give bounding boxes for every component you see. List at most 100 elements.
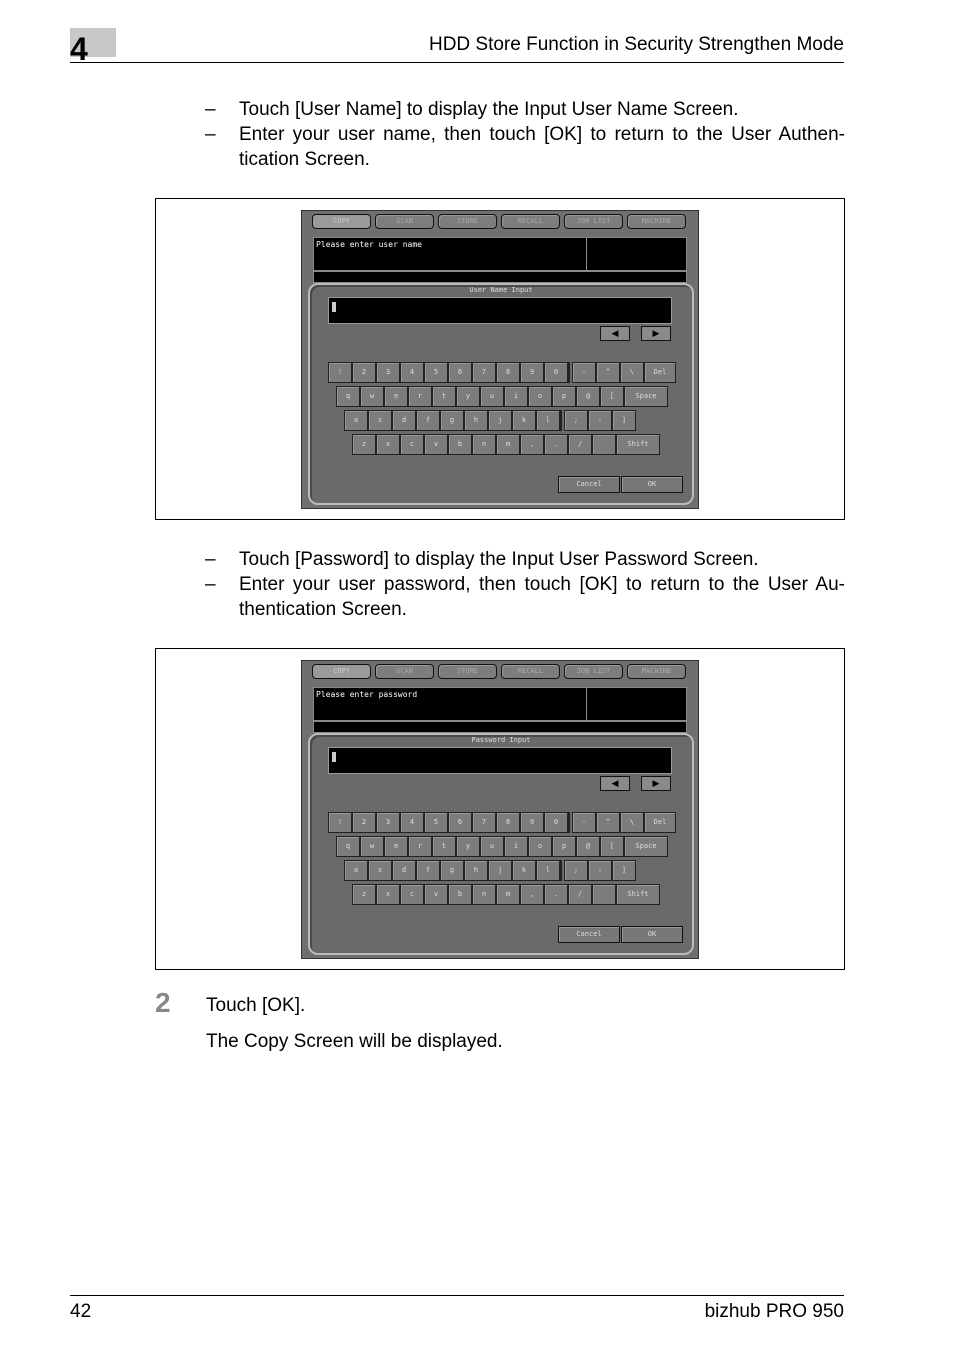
key-char[interactable]: d (392, 410, 416, 431)
key-char[interactable]: : (588, 860, 612, 881)
key-del[interactable]: Del (644, 812, 676, 833)
key-char[interactable]: q (336, 836, 360, 857)
key-char[interactable]: 0 (544, 362, 568, 383)
key-char[interactable]: k (512, 410, 536, 431)
key-char[interactable]: / (568, 434, 592, 455)
key-char[interactable]: 3 (376, 812, 400, 833)
key-char[interactable]: g (440, 860, 464, 881)
key-char[interactable]: x (376, 434, 400, 455)
tab-store[interactable]: STORE (438, 664, 497, 679)
key-shift[interactable]: Shift (616, 434, 660, 455)
key-char[interactable]: - (572, 362, 596, 383)
key-char[interactable]: a (344, 410, 368, 431)
key-char[interactable]: c (400, 884, 424, 905)
key-char[interactable]: x (376, 884, 400, 905)
tab-job-list[interactable]: JOB LIST (564, 214, 623, 229)
key-char[interactable]: h (464, 410, 488, 431)
key-char[interactable]: l (536, 860, 560, 881)
key-char[interactable]: [ (600, 386, 624, 407)
tab-copy[interactable]: COPY (312, 214, 371, 229)
key-char[interactable]: @ (576, 386, 600, 407)
key-char[interactable]: 4 (400, 362, 424, 383)
key-char[interactable]: . (544, 434, 568, 455)
key-char[interactable]: ! (328, 362, 352, 383)
key-char[interactable]: b (448, 434, 472, 455)
key-char[interactable]: w (360, 386, 384, 407)
key-char[interactable]: v (424, 884, 448, 905)
key-char[interactable]: 7 (472, 362, 496, 383)
arrow-left-button[interactable]: ◀ (600, 326, 630, 341)
key-char[interactable]: , (520, 884, 544, 905)
tab-recall[interactable]: RECALL (501, 214, 560, 229)
key-char[interactable]: 7 (472, 812, 496, 833)
key-char[interactable]: p (552, 836, 576, 857)
key-char[interactable]: u (480, 386, 504, 407)
key-char[interactable]: 9 (520, 812, 544, 833)
key-char[interactable]: m (496, 884, 520, 905)
key-char[interactable]: e (384, 836, 408, 857)
key-char[interactable]: [ (600, 836, 624, 857)
key-char[interactable]: , (520, 434, 544, 455)
key-char[interactable]: w (360, 836, 384, 857)
key-char[interactable]: 4 (400, 812, 424, 833)
cancel-button[interactable]: Cancel (558, 926, 620, 943)
user-name-field[interactable] (328, 297, 672, 324)
arrow-left-button[interactable]: ◀ (600, 776, 630, 791)
key-char[interactable]: 5 (424, 362, 448, 383)
key-char[interactable]: f (416, 860, 440, 881)
key-space[interactable]: Space (624, 836, 668, 857)
key-char[interactable]: 8 (496, 812, 520, 833)
tab-recall[interactable]: RECALL (501, 664, 560, 679)
key-char[interactable]: 3 (376, 362, 400, 383)
key-char[interactable]: / (568, 884, 592, 905)
key-char[interactable]: i (504, 386, 528, 407)
key-char[interactable]: y (456, 386, 480, 407)
tab-job-list[interactable]: JOB LIST (564, 664, 623, 679)
tab-scan[interactable]: SCAN (375, 664, 434, 679)
key-char[interactable]: 2 (352, 812, 376, 833)
key-char[interactable]: a (344, 860, 368, 881)
tab-store[interactable]: STORE (438, 214, 497, 229)
key-char[interactable]: p (552, 386, 576, 407)
arrow-right-button[interactable]: ▶ (641, 776, 671, 791)
key-blank[interactable] (592, 884, 616, 905)
key-char[interactable]: v (424, 434, 448, 455)
key-shift[interactable]: Shift (616, 884, 660, 905)
key-char[interactable]: k (512, 860, 536, 881)
key-char[interactable]: m (496, 434, 520, 455)
key-char[interactable]: q (336, 386, 360, 407)
key-char[interactable]: 0 (544, 812, 568, 833)
key-char[interactable]: z (352, 434, 376, 455)
key-char[interactable]: s (368, 410, 392, 431)
key-char[interactable]: ; (564, 410, 588, 431)
key-char[interactable]: \ (620, 362, 644, 383)
key-char[interactable]: h (464, 860, 488, 881)
key-char[interactable]: s (368, 860, 392, 881)
key-char[interactable]: y (456, 836, 480, 857)
key-char[interactable]: n (472, 434, 496, 455)
key-char[interactable]: t (432, 386, 456, 407)
key-char[interactable]: j (488, 860, 512, 881)
key-char[interactable]: 6 (448, 812, 472, 833)
key-char[interactable]: j (488, 410, 512, 431)
key-char[interactable]: - (572, 812, 596, 833)
password-field[interactable] (328, 747, 672, 774)
key-char[interactable]: : (588, 410, 612, 431)
key-char[interactable]: ^ (596, 362, 620, 383)
key-char[interactable]: 9 (520, 362, 544, 383)
key-char[interactable]: @ (576, 836, 600, 857)
key-char[interactable]: u (480, 836, 504, 857)
key-char[interactable]: z (352, 884, 376, 905)
key-char[interactable]: r (408, 386, 432, 407)
key-char[interactable]: o (528, 386, 552, 407)
key-char[interactable]: e (384, 386, 408, 407)
key-char[interactable]: i (504, 836, 528, 857)
key-blank[interactable] (592, 434, 616, 455)
key-char[interactable]: 2 (352, 362, 376, 383)
key-char[interactable]: t (432, 836, 456, 857)
key-char[interactable]: l (536, 410, 560, 431)
key-char[interactable]: . (544, 884, 568, 905)
key-char[interactable]: ! (328, 812, 352, 833)
key-char[interactable]: d (392, 860, 416, 881)
key-char[interactable]: 8 (496, 362, 520, 383)
